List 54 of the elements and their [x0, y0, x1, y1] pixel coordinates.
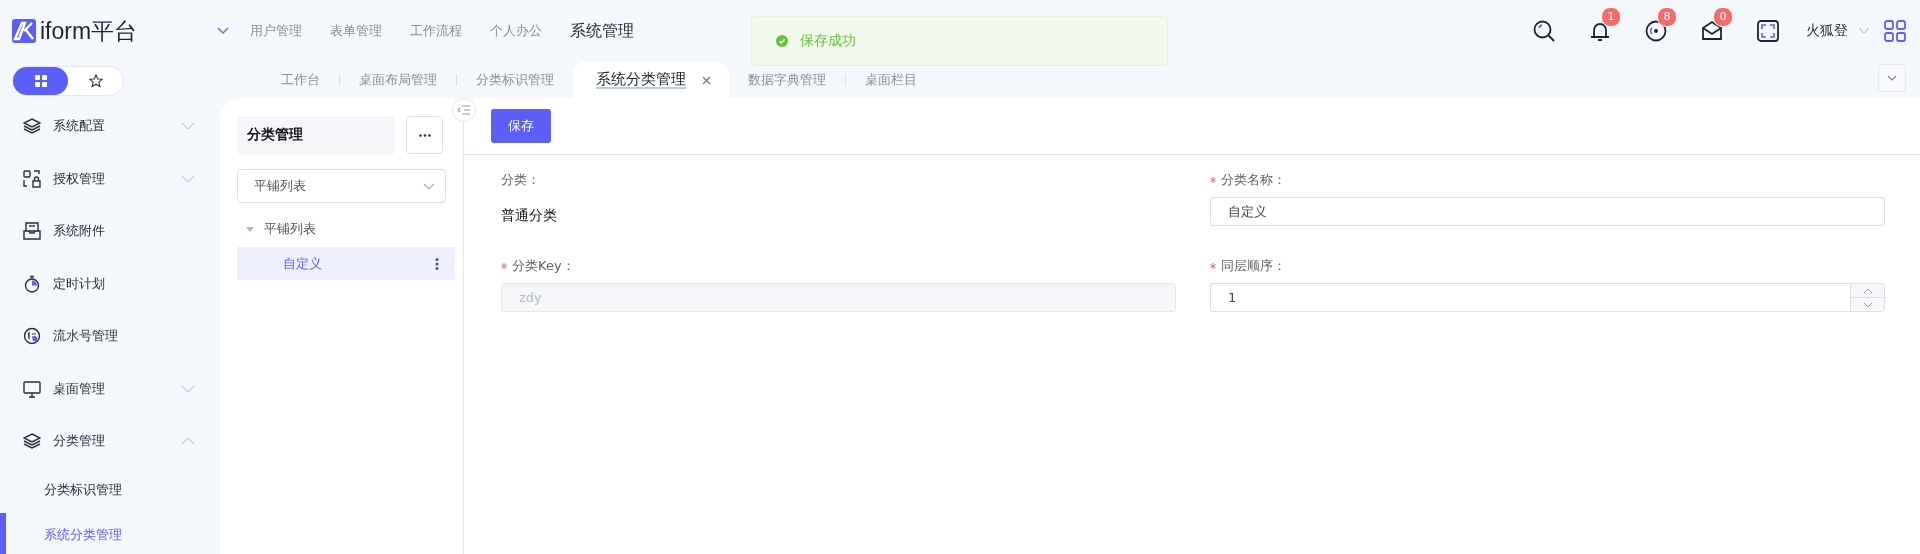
sidebar-item[interactable]: 授权管理: [0, 152, 220, 205]
view-select[interactable]: 平铺列表: [237, 169, 446, 203]
sidebar-item[interactable]: 系统附件: [0, 205, 220, 258]
count-badge: 0: [1713, 7, 1733, 27]
save-button[interactable]: 保存: [491, 109, 551, 143]
chevron-down-icon[interactable]: [216, 26, 230, 36]
field-label: 分类：: [501, 171, 540, 189]
chevron-down-icon: [1887, 75, 1897, 81]
check-circle-icon: [776, 35, 788, 47]
toast-message: 保存成功: [800, 32, 856, 50]
brand-name: iform平台: [40, 16, 138, 46]
layers-icon: [23, 432, 41, 451]
more-icon: [418, 133, 431, 137]
sidebar-item[interactable]: 分类管理: [0, 415, 220, 468]
sidebar-item[interactable]: 系统配置: [0, 100, 220, 153]
sidebar-item[interactable]: 流水号管理: [0, 310, 220, 363]
apps-grid-icon[interactable]: [1884, 20, 1906, 42]
close-icon[interactable]: [702, 75, 711, 85]
star-icon: [88, 74, 103, 88]
chevron-up-icon: [1862, 287, 1873, 294]
disc-icon[interactable]: [1644, 19, 1668, 43]
grid-icon: [34, 75, 47, 87]
top-nav-item[interactable]: 系统管理: [570, 16, 654, 46]
inbox-icon: [23, 222, 41, 241]
count-badge: 8: [1657, 7, 1677, 27]
lock-document-icon: [23, 169, 41, 188]
mail-icon[interactable]: [1700, 19, 1724, 43]
panel-title: 分类管理: [237, 116, 395, 154]
timer-icon: [23, 274, 41, 293]
view-toggle-button[interactable]: [13, 67, 68, 95]
monitor-icon: [23, 379, 41, 398]
sidebar-item[interactable]: 桌面管理: [0, 362, 220, 415]
text-field[interactable]: 自定义: [1210, 197, 1885, 226]
kebab-icon[interactable]: [435, 257, 439, 270]
fullscreen-icon[interactable]: [1756, 19, 1780, 43]
user-name[interactable]: 火狐登: [1806, 22, 1848, 40]
field-label: 分类名称：: [1221, 171, 1286, 189]
layers-icon: [23, 117, 41, 136]
tree-node[interactable]: 平铺列表: [237, 211, 455, 247]
sidebar-subitem[interactable]: 分类标识管理: [0, 467, 220, 513]
number-icon: [23, 327, 41, 346]
field-label: 同层顺序：: [1221, 257, 1286, 275]
field-value: 普通分类: [501, 206, 558, 225]
chevron-down-icon: [423, 182, 435, 190]
field-label: 分类Key：: [512, 257, 575, 275]
chevron-down-icon: [1862, 301, 1873, 308]
count-badge: 1: [1601, 7, 1621, 27]
page-tab[interactable]: 系统分类管理: [573, 62, 729, 98]
outdent-icon: [457, 105, 471, 115]
search-icon[interactable]: [1532, 19, 1556, 43]
sidebar-item[interactable]: 定时计划: [0, 257, 220, 310]
tree-node[interactable]: 自定义: [237, 247, 455, 280]
number-field[interactable]: 1: [1210, 283, 1850, 312]
logo-icon: [12, 19, 36, 43]
